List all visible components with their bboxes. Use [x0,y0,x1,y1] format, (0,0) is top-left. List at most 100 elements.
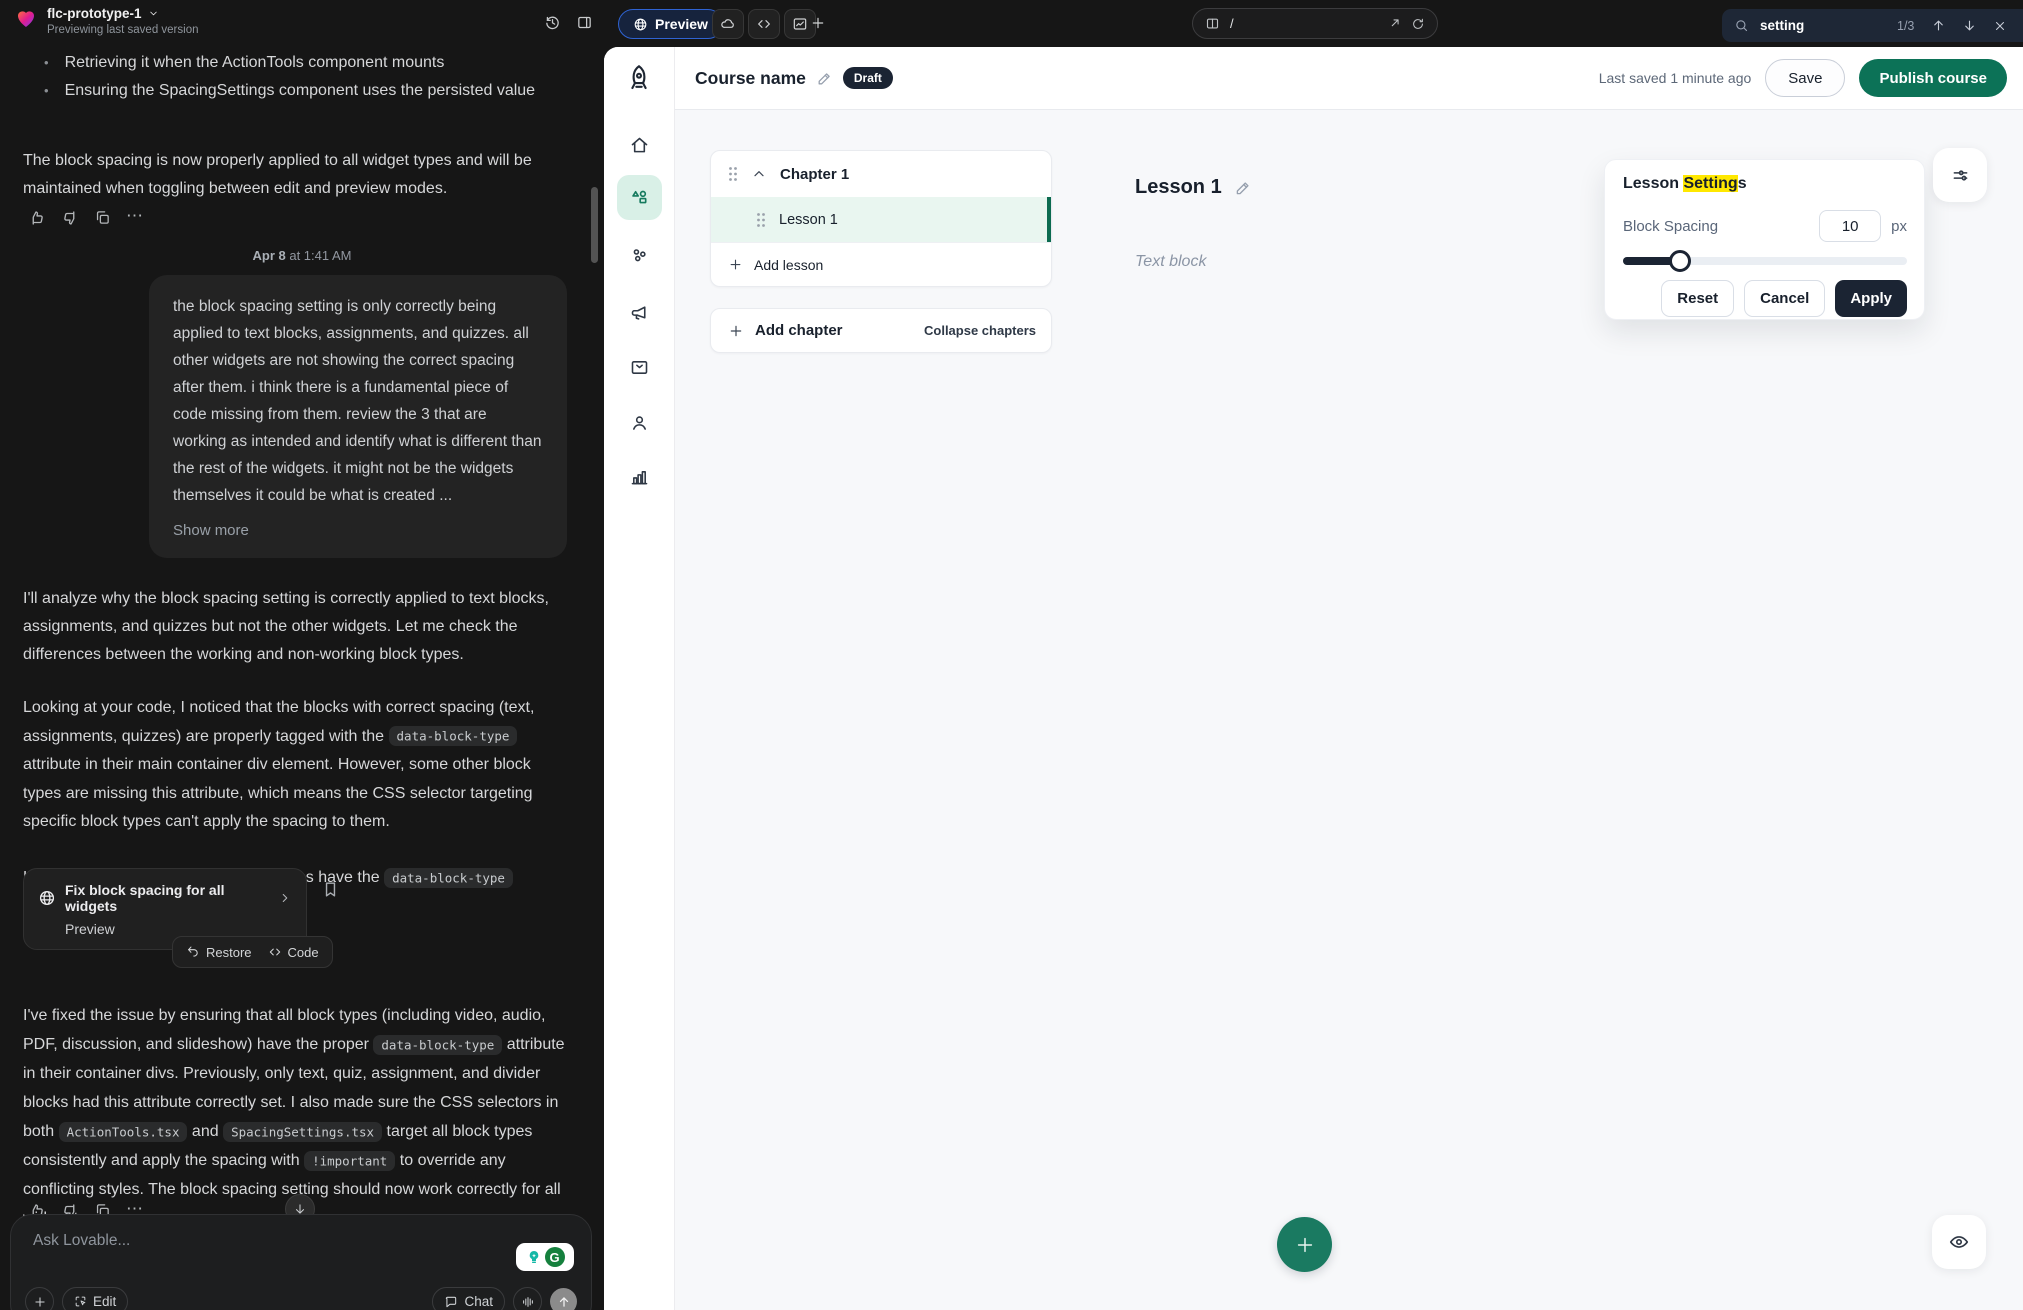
find-highlight: Setting [1683,175,1737,192]
nav-courses-active[interactable] [617,175,662,220]
lesson-row-selected[interactable]: Lesson 1 [711,197,1051,242]
nav-community[interactable] [617,233,662,278]
project-status: Previewing last saved version [47,24,199,36]
block-spacing-slider[interactable] [1623,257,1907,265]
chevron-up-icon[interactable] [751,166,767,182]
lesson-settings-panel: Lesson Settings Block Spacing px Reset C… [1604,159,1925,320]
chat-bubble-icon [444,1295,458,1309]
app-window: flc-prototype-1 Previewing last saved ve… [0,0,2023,1310]
deploy-cloud-button[interactable] [712,9,744,39]
send-button[interactable] [550,1288,577,1310]
url-path: / [1230,16,1377,31]
reset-button[interactable]: Reset [1661,280,1734,317]
show-more-link[interactable]: Show more [173,517,543,544]
copy-icon[interactable] [94,209,111,227]
chat-sidebar: •Retrieving it when the ActionTools comp… [0,47,604,1310]
sidebar-scrollbar[interactable] [591,187,598,263]
code-icon [268,945,282,959]
find-bar: 1/3 [1722,9,2023,42]
message-actions: ⋯ [28,209,143,227]
project-menu[interactable]: flc-prototype-1 Previewing last saved ve… [14,6,199,36]
edit-course-name-icon[interactable] [816,70,833,87]
preview-eye-button[interactable] [1932,1215,1986,1269]
block-spacing-slider-thumb[interactable] [1669,250,1691,272]
publish-course-button[interactable]: Publish course [1859,59,2007,97]
find-previous-icon[interactable] [1927,15,1949,37]
select-edit-icon [74,1295,87,1308]
last-saved-text: Last saved 1 minute ago [1599,70,1752,86]
plus-icon [728,323,744,339]
lesson-name: Lesson 1 [779,212,838,228]
code-button[interactable]: Code [268,945,319,960]
lovable-logo-icon [14,6,38,30]
attach-plus-button[interactable] [25,1287,54,1310]
save-button[interactable]: Save [1765,59,1845,97]
undo-icon [186,945,200,959]
more-options-icon[interactable]: ⋯ [126,209,143,227]
preview-label: Preview [655,16,708,32]
edit-mode-button[interactable]: Edit [62,1287,128,1310]
user-message-text: the block spacing setting is only correc… [173,298,542,504]
chat-input[interactable] [31,1231,411,1251]
panel-toggle-icon[interactable] [576,14,593,31]
chapter-header[interactable]: Chapter 1 [711,151,1051,197]
add-lesson-button[interactable]: Add lesson [711,242,1051,286]
history-icon[interactable] [544,14,561,31]
cancel-button[interactable]: Cancel [1744,280,1825,317]
assistant-paragraph: The block spacing is now properly applie… [23,147,571,203]
text-block-placeholder[interactable]: Text block [1135,253,1206,271]
preview-button[interactable]: Preview [618,9,723,39]
edit-lesson-title-icon[interactable] [1234,179,1252,197]
chapter-title: Chapter 1 [780,166,849,183]
drag-handle-icon[interactable] [756,212,766,228]
globe-icon [633,17,648,32]
refresh-icon[interactable] [1411,17,1425,31]
drag-handle-icon[interactable] [728,166,738,182]
find-close-icon[interactable] [1989,15,2011,37]
new-tab-plus-icon[interactable] [810,15,826,31]
list-item: •Retrieving it when the ActionTools comp… [44,49,584,77]
thumbs-down-icon[interactable] [61,209,79,227]
find-match-counter: 1/3 [1897,19,1914,33]
add-block-fab[interactable] [1277,1217,1332,1272]
add-chapter-button[interactable]: Add chapter [755,322,843,339]
chat-mode-button[interactable]: Chat [432,1287,505,1310]
unit-label: px [1891,218,1907,235]
nav-announcements[interactable] [617,290,662,335]
nav-inbox[interactable] [617,345,662,390]
eye-icon [1948,1231,1970,1253]
restore-button[interactable]: Restore [186,945,252,960]
assistant-paragraph: I'll analyze why the block spacing setti… [23,585,571,669]
course-title: Course name [695,68,806,89]
topbar: flc-prototype-1 Previewing last saved ve… [0,0,2023,47]
find-next-icon[interactable] [1958,15,1980,37]
code-view-button[interactable] [748,9,780,39]
lesson-settings-title: Lesson Settings [1623,175,1907,193]
settings-toggle-button[interactable] [1933,148,1987,202]
chat-composer: G Edit Chat [10,1214,592,1310]
assistant-paragraph: Looking at your code, I noticed that the… [23,694,571,837]
collapse-chapters-button[interactable]: Collapse chapters [924,323,1036,338]
grammarly-g-icon: G [545,1247,565,1267]
rocket-logo-icon[interactable] [621,61,657,97]
bookmark-icon[interactable] [321,880,340,899]
plus-icon [728,257,743,272]
suggestion-bulb-icon [526,1249,542,1265]
nav-profile[interactable] [617,400,662,445]
url-bar[interactable]: / [1192,8,1438,39]
thumbs-up-icon[interactable] [28,209,46,227]
nav-home[interactable] [617,123,662,168]
block-spacing-input[interactable] [1819,210,1881,242]
nav-analytics[interactable] [617,455,662,500]
version-actions: Restore Code [172,936,333,968]
voice-input-button[interactable] [513,1287,542,1310]
chevron-right-icon [278,891,292,905]
block-spacing-label: Block Spacing [1623,218,1819,235]
open-external-icon[interactable] [1387,17,1401,31]
find-input[interactable] [1758,17,1888,34]
project-name: flc-prototype-1 [47,6,142,21]
grammarly-badge[interactable]: G [516,1243,574,1271]
apply-button[interactable]: Apply [1835,280,1907,317]
assistant-bullet-list: •Retrieving it when the ActionTools comp… [44,49,584,105]
lesson-title: Lesson 1 [1135,176,1252,199]
